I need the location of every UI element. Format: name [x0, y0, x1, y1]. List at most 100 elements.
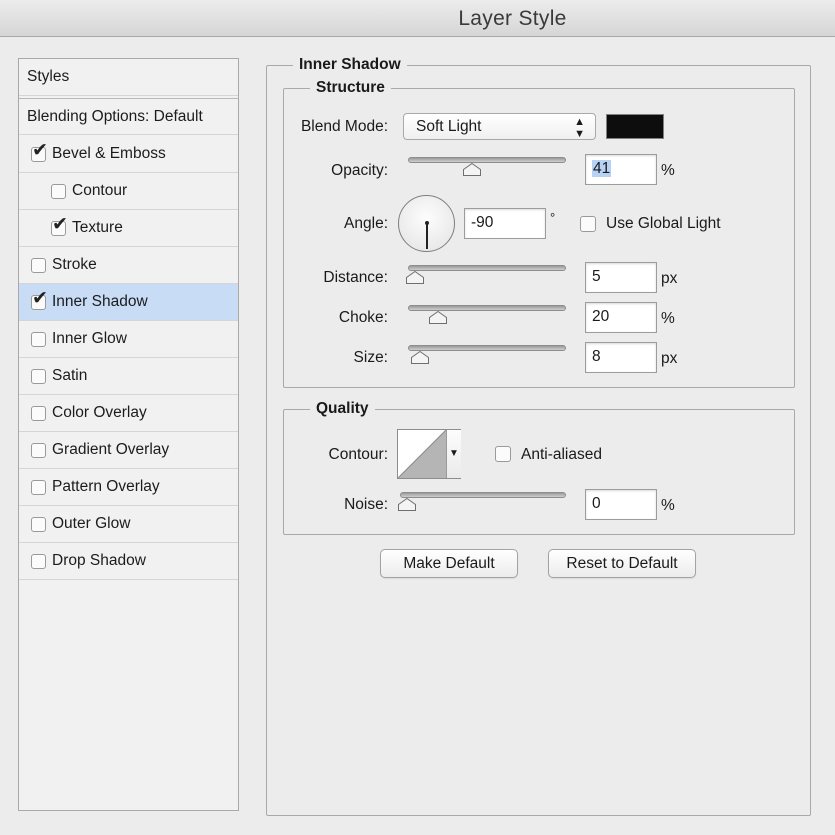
choke-slider-thumb[interactable]	[429, 311, 447, 324]
gradient-overlay-checkbox[interactable]	[31, 443, 46, 458]
sidebar-item-label: Bevel & Emboss	[52, 145, 166, 162]
angle-field[interactable]: -90	[464, 208, 546, 239]
opacity-slider-thumb[interactable]	[463, 163, 481, 176]
opacity-slider-track[interactable]	[408, 157, 566, 163]
contour-label: Contour:	[328, 446, 388, 463]
distance-label: Distance:	[323, 269, 388, 286]
inner-glow-checkbox[interactable]	[31, 332, 46, 347]
sidebar-item-label: Pattern Overlay	[52, 478, 160, 495]
inner-shadow-checkbox[interactable]: ✔	[31, 289, 48, 310]
sidebar-item-label: Satin	[52, 367, 88, 384]
sidebar-item-outer-glow[interactable]: Outer Glow	[19, 506, 238, 543]
checkmark-icon: ✔	[52, 214, 68, 235]
sidebar-item-label: Contour	[72, 182, 128, 199]
sidebar-item-label: Outer Glow	[52, 515, 131, 532]
size-slider-thumb[interactable]	[411, 351, 429, 364]
chevron-down-icon[interactable]: ▼	[446, 430, 461, 478]
anti-aliased-label: Anti-aliased	[521, 446, 602, 463]
sidebar-item-label: Texture	[72, 219, 123, 236]
noise-slider-track[interactable]	[400, 492, 566, 498]
make-default-button[interactable]: Make Default	[380, 549, 518, 578]
texture-checkbox[interactable]: ✔	[51, 215, 68, 236]
contour-curve-icon	[398, 430, 446, 478]
sidebar-item-gradient-overlay[interactable]: Gradient Overlay	[19, 432, 238, 469]
opacity-value: 41	[592, 160, 612, 177]
choke-unit: %	[661, 310, 675, 327]
styles-label: Styles	[27, 68, 70, 85]
styles-header[interactable]: Styles	[19, 59, 238, 96]
sidebar-item-label: Drop Shadow	[52, 552, 146, 569]
sidebar-item-inner-glow[interactable]: Inner Glow	[19, 321, 238, 358]
contour-checkbox[interactable]	[51, 184, 66, 199]
opacity-unit: %	[661, 162, 675, 179]
sidebar-item-texture[interactable]: ✔ Texture	[19, 210, 238, 247]
sidebar-item-label: Color Overlay	[52, 404, 147, 421]
noise-label: Noise:	[344, 496, 388, 513]
bevel-emboss-checkbox[interactable]: ✔	[31, 141, 48, 162]
stroke-checkbox[interactable]	[31, 258, 46, 273]
checkmark-icon: ✔	[32, 288, 48, 309]
size-unit: px	[661, 350, 678, 367]
panel-title: Inner Shadow	[293, 56, 407, 74]
size-value: 8	[592, 348, 601, 365]
checkmark-icon: ✔	[32, 140, 48, 161]
sidebar-item-satin[interactable]: Satin	[19, 358, 238, 395]
sidebar-item-color-overlay[interactable]: Color Overlay	[19, 395, 238, 432]
use-global-light-label: Use Global Light	[606, 215, 721, 232]
blending-options-label: Blending Options: Default	[27, 108, 203, 125]
color-overlay-checkbox[interactable]	[31, 406, 46, 421]
distance-value: 5	[592, 268, 601, 285]
sidebar-item-inner-shadow[interactable]: ✔ Inner Shadow	[19, 284, 238, 321]
updown-arrows-icon: ▲ ▼	[574, 116, 585, 140]
shadow-color-swatch[interactable]	[606, 114, 664, 139]
style-list: Styles Blending Options: Default ✔ Bevel…	[18, 58, 239, 811]
angle-dial[interactable]	[398, 195, 455, 252]
choke-value: 20	[592, 308, 610, 325]
opacity-field[interactable]: 41	[585, 154, 657, 185]
angle-label: Angle:	[344, 215, 388, 232]
noise-field[interactable]: 0	[585, 489, 657, 520]
noise-unit: %	[661, 497, 675, 514]
distance-unit: px	[661, 270, 678, 287]
choke-label: Choke:	[338, 309, 388, 326]
contour-picker[interactable]: ▼	[397, 429, 461, 479]
sidebar-item-label: Inner Shadow	[52, 293, 148, 310]
opacity-label: Opacity:	[331, 162, 388, 179]
blend-mode-select[interactable]: Soft Light ▲ ▼	[403, 113, 596, 140]
distance-field[interactable]: 5	[585, 262, 657, 293]
structure-title: Structure	[310, 79, 391, 97]
blending-options-item[interactable]: Blending Options: Default	[19, 98, 238, 135]
sidebar-item-drop-shadow[interactable]: Drop Shadow	[19, 543, 238, 580]
satin-checkbox[interactable]	[31, 369, 46, 384]
size-label: Size:	[353, 349, 388, 366]
angle-unit: °	[550, 210, 556, 225]
sidebar-item-label: Stroke	[52, 256, 97, 273]
noise-slider-thumb[interactable]	[398, 498, 416, 511]
sidebar-item-label: Gradient Overlay	[52, 441, 170, 458]
sidebar-item-bevel-emboss[interactable]: ✔ Bevel & Emboss	[19, 136, 238, 173]
sidebar-item-contour[interactable]: Contour	[19, 173, 238, 210]
use-global-light-checkbox[interactable]	[580, 216, 596, 232]
noise-value: 0	[592, 495, 601, 512]
size-field[interactable]: 8	[585, 342, 657, 373]
sidebar-item-stroke[interactable]: Stroke	[19, 247, 238, 284]
size-slider-track[interactable]	[408, 345, 566, 351]
distance-slider-thumb[interactable]	[406, 271, 424, 284]
pattern-overlay-checkbox[interactable]	[31, 480, 46, 495]
sidebar-item-pattern-overlay[interactable]: Pattern Overlay	[19, 469, 238, 506]
outer-glow-checkbox[interactable]	[31, 517, 46, 532]
dial-needle	[426, 223, 428, 249]
drop-shadow-checkbox[interactable]	[31, 554, 46, 569]
sidebar-item-label: Inner Glow	[52, 330, 127, 347]
quality-title: Quality	[310, 400, 375, 418]
title-bar: Layer Style	[0, 0, 835, 37]
quality-group	[283, 409, 795, 535]
choke-field[interactable]: 20	[585, 302, 657, 333]
distance-slider-track[interactable]	[408, 265, 566, 271]
reset-to-default-button[interactable]: Reset to Default	[548, 549, 696, 578]
window-title: Layer Style	[458, 7, 567, 30]
blend-mode-value: Soft Light	[416, 118, 482, 135]
blend-mode-label: Blend Mode:	[300, 118, 388, 135]
anti-aliased-checkbox[interactable]	[495, 446, 511, 462]
angle-value: -90	[471, 214, 494, 231]
